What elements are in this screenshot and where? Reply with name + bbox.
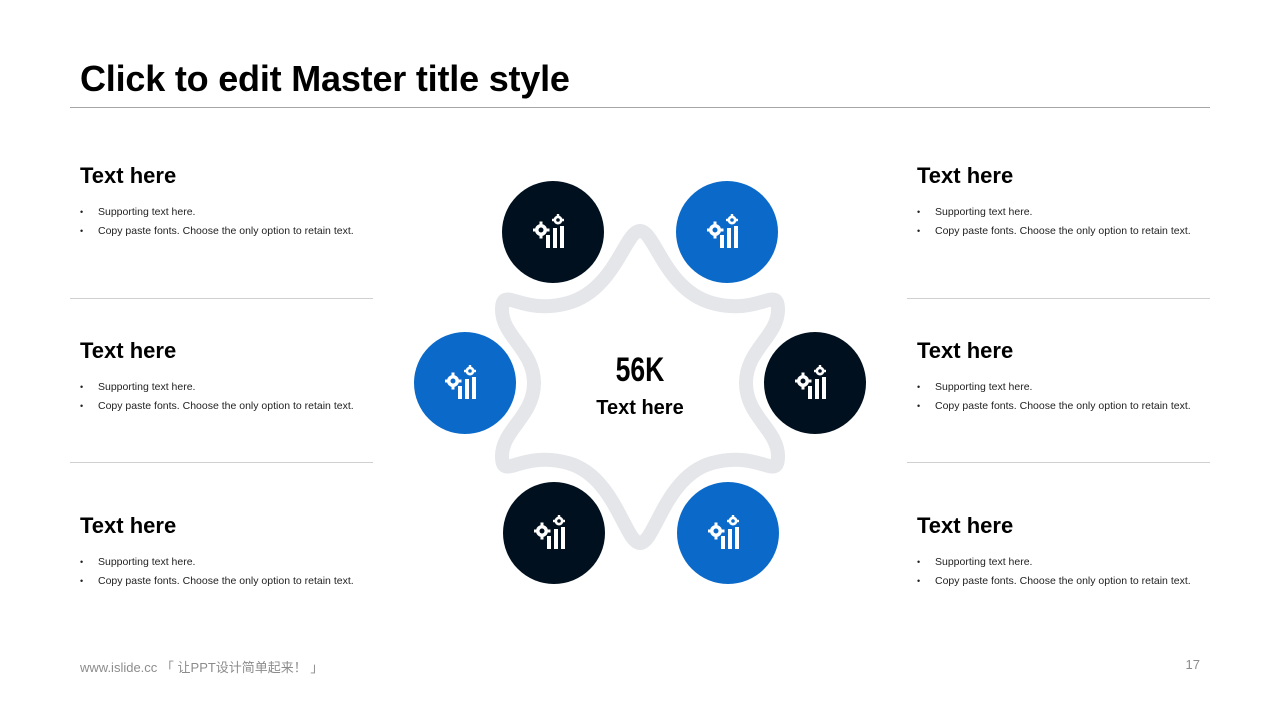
gear-bar-chart-icon [707, 214, 747, 250]
node-circle-left[interactable] [414, 332, 516, 434]
center-value[interactable]: 56K [562, 348, 718, 392]
node-circle-right[interactable] [764, 332, 866, 434]
page-number: 17 [1185, 657, 1200, 672]
footer-text[interactable]: www.islide.cc 「 让PPT设计简单起来！ 」 [80, 657, 323, 676]
node-circle-top-right[interactable] [676, 181, 778, 283]
gear-bar-chart-icon [708, 515, 748, 551]
gear-bar-chart-icon [534, 515, 574, 551]
center-label[interactable]: Text here [540, 396, 740, 420]
node-circle-bottom-right[interactable] [677, 482, 779, 584]
gear-bar-chart-icon [795, 365, 835, 401]
gear-bar-chart-icon [445, 365, 485, 401]
node-circle-bottom-left[interactable] [503, 482, 605, 584]
node-circle-top-left[interactable] [502, 181, 604, 283]
gear-bar-chart-icon [533, 214, 573, 250]
